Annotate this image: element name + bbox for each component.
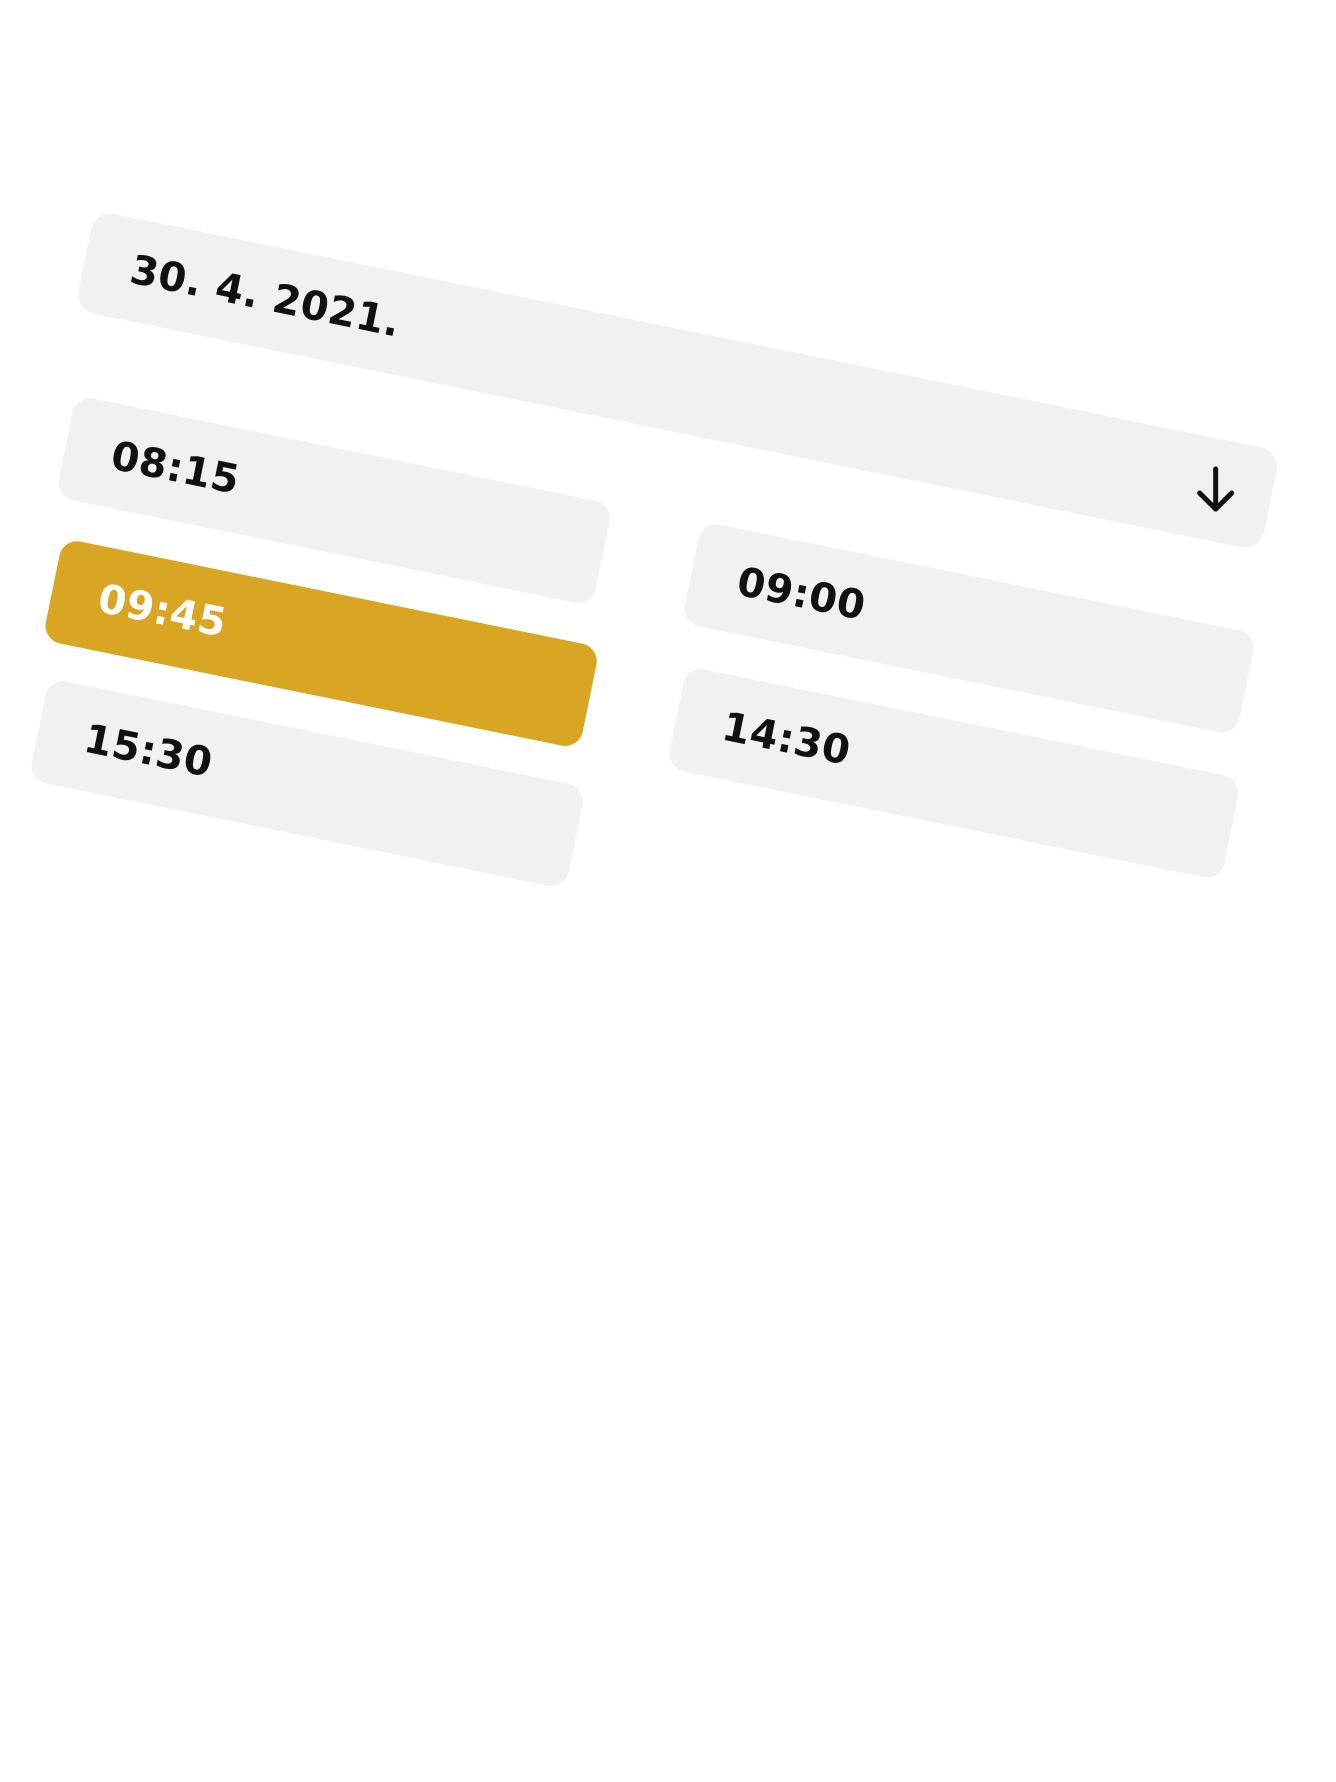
time-slot-label: 08:15 [107, 432, 244, 504]
arrow-down-icon [1197, 466, 1235, 512]
date-value: 30. 4. 2021. [126, 246, 405, 347]
time-slot-label: 15:30 [80, 715, 217, 787]
time-slot-label: 09:00 [733, 558, 870, 630]
time-slot-label: 14:30 [718, 703, 855, 775]
time-slot-label: 09:45 [94, 575, 231, 647]
